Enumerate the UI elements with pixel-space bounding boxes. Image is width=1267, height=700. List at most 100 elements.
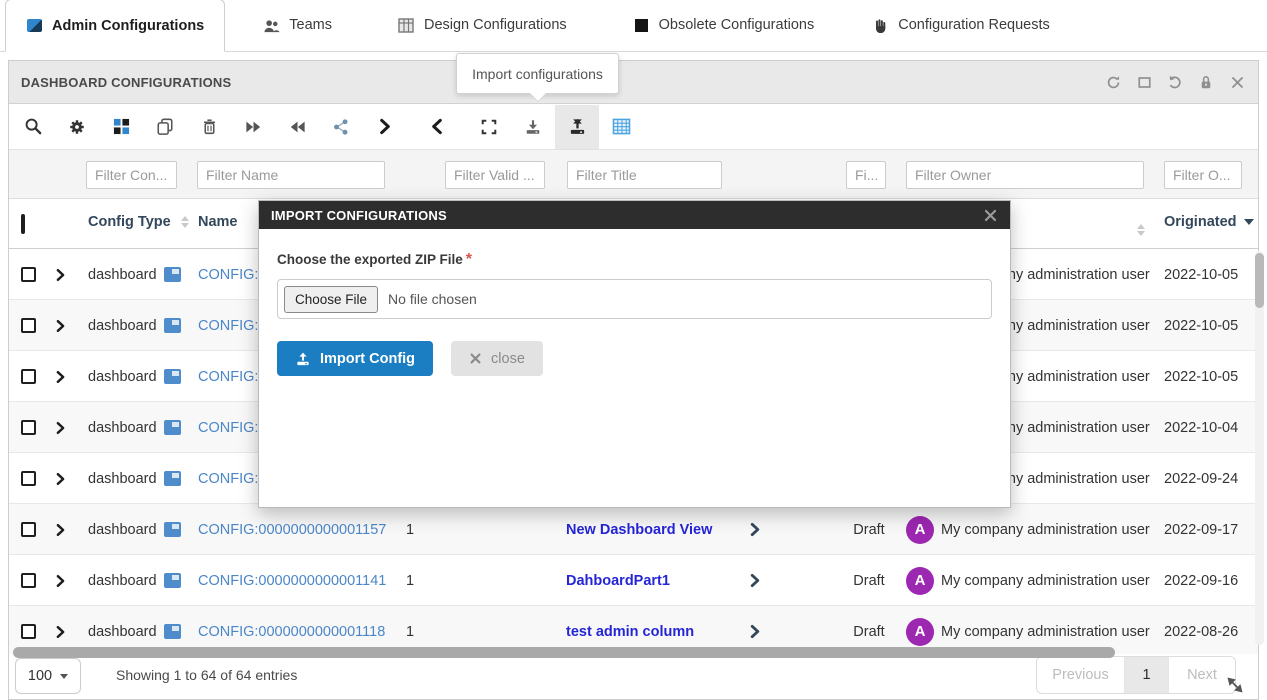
row-checkbox[interactable] (21, 420, 36, 435)
config-type-text: dashboard (88, 522, 157, 538)
refresh-icon[interactable] (1104, 73, 1122, 91)
row-nav-chevron[interactable] (749, 504, 761, 555)
resize-handle-icon[interactable] (1226, 676, 1244, 699)
file-input[interactable]: Choose File No file chosen (277, 279, 992, 319)
row-expand-chevron[interactable] (55, 504, 66, 555)
vertical-scrollbar-track[interactable] (1255, 251, 1264, 645)
page-size-value: 100 (28, 668, 52, 684)
maximize-icon[interactable] (1135, 73, 1153, 91)
obsolete-configurations-icon (633, 18, 650, 33)
row-expand-chevron[interactable] (55, 555, 66, 606)
current-page-button[interactable]: 1 (1125, 657, 1169, 693)
filter-owner-input[interactable] (906, 161, 1144, 189)
config-id-link[interactable]: CONFIG:0000000000001141 (198, 555, 386, 606)
tab-teams[interactable]: Teams (243, 0, 352, 51)
row-expand-chevron[interactable] (55, 453, 66, 504)
config-id-link[interactable]: CONFIG:0 (198, 351, 266, 402)
modal-close-icon[interactable] (983, 208, 998, 223)
modal-header: IMPORT CONFIGURATIONS (259, 201, 1010, 229)
import-config-button[interactable]: Import Config (277, 341, 433, 376)
previous-page-button[interactable]: Previous (1037, 657, 1125, 693)
upload-import-icon[interactable] (555, 105, 599, 149)
column-header-config-type[interactable]: Config Type (88, 214, 189, 230)
tab-label: Design Configurations (424, 17, 567, 33)
download-export-icon[interactable] (523, 117, 543, 137)
config-title-link[interactable]: New Dashboard View (566, 504, 712, 555)
lock-icon[interactable] (1197, 73, 1215, 91)
settings-gear-icon[interactable] (67, 117, 87, 137)
panel-title: DASHBOARD CONFIGURATIONS (21, 75, 231, 90)
admin-configurations-icon (26, 18, 43, 33)
dashboard-icon (164, 573, 181, 588)
filter-valid-input[interactable] (445, 161, 545, 189)
rewind-icon[interactable] (287, 117, 307, 137)
sort-icon[interactable] (1137, 217, 1145, 236)
horizontal-scrollbar[interactable] (13, 647, 1115, 658)
fast-forward-icon[interactable] (243, 117, 263, 137)
choose-file-button[interactable]: Choose File (284, 286, 378, 313)
config-title-link[interactable]: DahboardPart1 (566, 555, 670, 606)
config-id-link[interactable]: CONFIG:0000000000001157 (198, 504, 386, 555)
row-checkbox[interactable] (21, 318, 36, 333)
filter-config-input[interactable] (86, 161, 177, 189)
column-header-name[interactable]: Name (198, 214, 238, 230)
originated-date: 2022-09-17 (1164, 504, 1238, 555)
row-checkbox[interactable] (21, 471, 36, 486)
filter-title-input[interactable] (567, 161, 722, 189)
row-checkbox[interactable] (21, 267, 36, 282)
table-toolbar (9, 104, 1258, 149)
trash-icon[interactable] (199, 117, 219, 137)
copy-icon[interactable] (155, 117, 175, 137)
modal-close-button[interactable]: close (451, 341, 543, 376)
modal-actions: Import Config close (277, 341, 992, 376)
tab-obsolete-configurations[interactable]: Obsolete Configurations (613, 0, 835, 51)
row-checkbox[interactable] (21, 573, 36, 588)
filter-row (9, 149, 1258, 199)
chevron-right-icon[interactable] (375, 117, 395, 137)
valid-version: 1 (406, 504, 414, 555)
fullscreen-icon[interactable] (479, 117, 499, 137)
filter-originated-input[interactable] (1164, 161, 1242, 189)
page-size-select[interactable]: 100 (15, 658, 81, 694)
close-icon[interactable] (1228, 73, 1246, 91)
row-expand-chevron[interactable] (55, 402, 66, 453)
row-checkbox[interactable] (21, 369, 36, 384)
row-expand-chevron[interactable] (55, 249, 66, 300)
row-checkbox[interactable] (21, 624, 36, 639)
tab-label: Obsolete Configurations (659, 17, 815, 33)
tab-label: Teams (289, 17, 332, 33)
config-type-text: dashboard (88, 318, 157, 334)
originated-date: 2022-08-26 (1164, 606, 1238, 656)
row-nav-chevron[interactable] (749, 555, 761, 606)
grid-blocks-icon[interactable] (111, 117, 131, 137)
zip-file-label: Choose the exported ZIP File (277, 252, 463, 267)
filter-name-input[interactable] (197, 161, 385, 189)
owner-avatar: A (906, 516, 934, 544)
owner-avatar: A (906, 618, 934, 646)
config-type-text: dashboard (88, 624, 157, 640)
config-id-link[interactable]: CONFIG:0 (198, 402, 266, 453)
row-expand-chevron[interactable] (55, 300, 66, 351)
undo-icon[interactable] (1166, 73, 1184, 91)
row-checkbox[interactable] (21, 522, 36, 537)
dashboard-icon (164, 522, 181, 537)
upload-icon (295, 351, 311, 367)
sort-icon[interactable] (181, 216, 189, 228)
column-header-originated[interactable]: Originated (1164, 214, 1254, 230)
config-id-link[interactable]: CONFIG:0 (198, 453, 266, 504)
originated-date: 2022-09-24 (1164, 453, 1238, 504)
filter-misc-input[interactable] (846, 161, 886, 189)
config-id-link[interactable]: CONFIG:0 (198, 249, 266, 300)
tab-design-configurations[interactable]: Design Configurations (378, 0, 587, 51)
chevron-left-icon[interactable] (427, 117, 447, 137)
row-expand-chevron[interactable] (55, 351, 66, 402)
tab-admin-configurations[interactable]: Admin Configurations (5, 0, 225, 52)
table-view-icon[interactable] (611, 117, 631, 137)
share-icon[interactable] (331, 117, 351, 137)
config-id-link[interactable]: CONFIG:0 (198, 300, 266, 351)
select-all-checkbox[interactable] (21, 214, 25, 234)
vertical-scrollbar-thumb[interactable] (1255, 253, 1264, 308)
owner-name: My company administration user (941, 555, 1150, 606)
search-icon[interactable] (23, 117, 43, 137)
tab-configuration-requests[interactable]: Configuration Requests (852, 0, 1070, 51)
